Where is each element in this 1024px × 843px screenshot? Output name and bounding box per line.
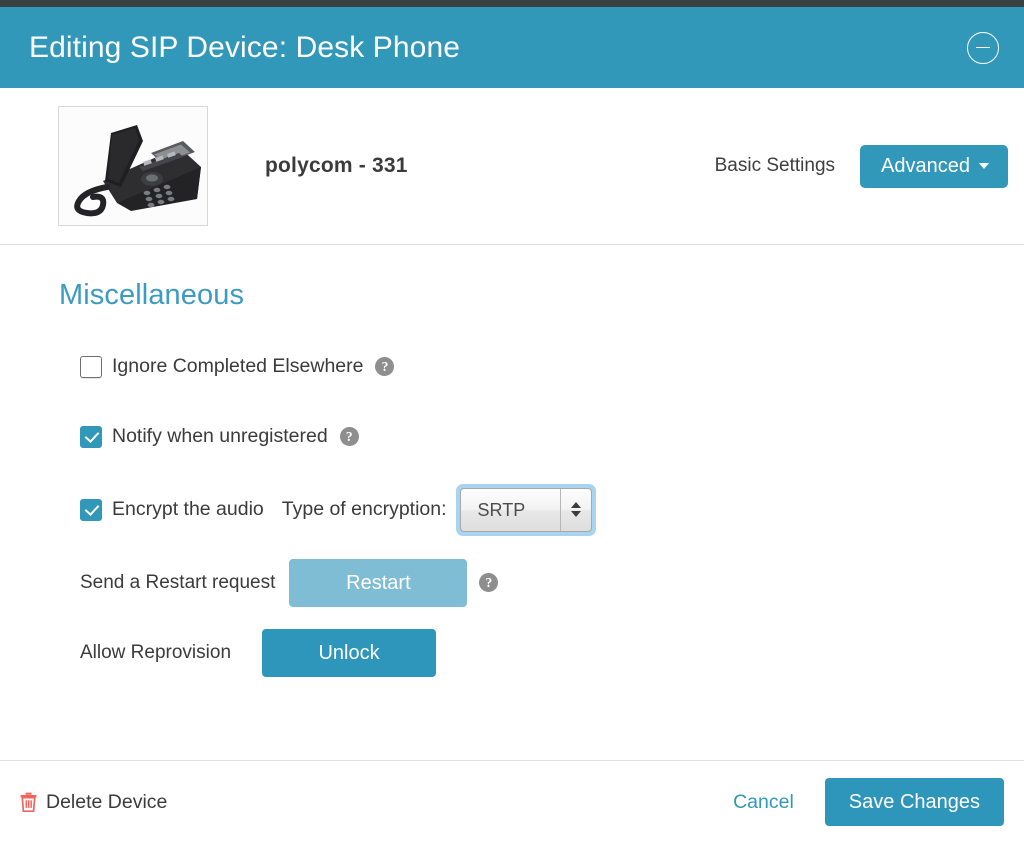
row-notify-when-unregistered: Notify when unregistered ?	[80, 413, 1024, 460]
checkbox-notify-when-unregistered[interactable]	[80, 425, 102, 448]
minus-circle-icon[interactable]	[967, 31, 999, 64]
label-encrypt-the-audio: Encrypt the audio	[112, 498, 264, 520]
label-notify-when-unregistered: Notify when unregistered	[112, 425, 328, 447]
row-send-restart-request: Send a Restart request Restart ?	[80, 558, 1024, 607]
label-allow-reprovision: Allow Reprovision	[80, 641, 232, 663]
label-type-of-encryption: Type of encryption:	[281, 498, 447, 520]
row-ignore-completed-elsewhere: Ignore Completed Elsewhere ?	[80, 343, 1024, 390]
arrow-down-icon	[570, 511, 581, 517]
basic-settings-tab[interactable]: Basic Settings	[715, 155, 835, 177]
save-changes-button[interactable]: Save Changes	[824, 778, 1004, 826]
checkbox-ignore-completed-elsewhere[interactable]	[80, 355, 102, 378]
trash-icon	[20, 792, 37, 812]
settings-form: Ignore Completed Elsewhere ? Notify when…	[58, 343, 1024, 677]
device-header: polycom - 331 Basic Settings Advanced	[0, 88, 1024, 245]
settings-body: Miscellaneous Ignore Completed Elsewhere…	[0, 245, 1024, 760]
delete-device-button[interactable]: Delete Device	[20, 791, 167, 814]
label-send-restart-request: Send a Restart request	[80, 571, 276, 593]
unlock-button[interactable]: Unlock	[262, 628, 437, 677]
advanced-dropdown-button[interactable]: Advanced	[860, 144, 1008, 188]
question-mark-icon[interactable]: ?	[479, 573, 499, 592]
arrow-up-icon	[570, 502, 581, 508]
dialog-titlebar: Editing SIP Device: Desk Phone	[0, 7, 1024, 88]
caret-down-icon	[979, 162, 989, 169]
question-mark-icon[interactable]: ?	[375, 357, 395, 376]
dialog-footer: Delete Device Cancel Save Changes	[0, 760, 1024, 843]
label-ignore-completed-elsewhere: Ignore Completed Elsewhere	[112, 355, 364, 377]
edit-sip-device-dialog: Editing SIP Device: Desk Phone polycom -…	[0, 0, 1024, 843]
header-actions: Basic Settings Advanced	[715, 144, 1008, 188]
restart-button[interactable]: Restart	[289, 558, 468, 607]
minus-bar	[976, 46, 990, 49]
cancel-button[interactable]: Cancel	[733, 791, 794, 814]
encryption-type-select[interactable]: SRTP	[459, 487, 592, 532]
row-allow-reprovision: Allow Reprovision Unlock	[80, 628, 1024, 677]
encryption-select-focus-ring: SRTP	[455, 483, 596, 536]
device-name: polycom - 331	[265, 154, 408, 177]
device-thumbnail	[58, 106, 208, 226]
dialog-title: Editing SIP Device: Desk Phone	[29, 30, 461, 64]
up-down-arrows-icon[interactable]	[559, 488, 591, 531]
question-mark-icon[interactable]: ?	[339, 427, 359, 446]
desk-phone-photo	[59, 107, 207, 225]
advanced-label: Advanced	[881, 154, 970, 177]
footer-actions: Cancel Save Changes	[733, 778, 1004, 826]
checkbox-encrypt-the-audio[interactable]	[80, 498, 102, 521]
section-title-miscellaneous: Miscellaneous	[59, 279, 245, 311]
row-encrypt-the-audio: Encrypt the audio Type of encryption: SR…	[80, 483, 1024, 536]
delete-device-label: Delete Device	[46, 790, 168, 813]
window-top-strip	[0, 0, 1024, 7]
